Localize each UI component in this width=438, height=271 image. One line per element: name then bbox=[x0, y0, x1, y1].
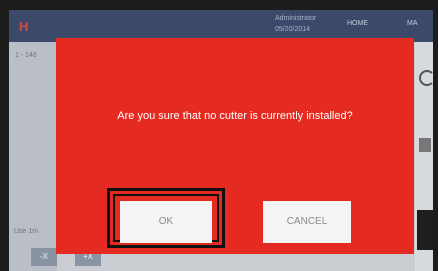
ok-button[interactable]: OK bbox=[120, 201, 212, 243]
cancel-button[interactable]: CANCEL bbox=[263, 201, 351, 243]
current-date: 05/20/2014 bbox=[275, 26, 311, 33]
confirm-dialog: Are you sure that no cutter is currently… bbox=[56, 38, 414, 254]
left-panel bbox=[9, 42, 57, 271]
brand-logo: H bbox=[19, 19, 29, 34]
user-info: Administrator 05/20/2014 bbox=[275, 13, 316, 35]
user-name: Administrator bbox=[275, 15, 317, 22]
tab-home[interactable]: HOME bbox=[347, 20, 368, 27]
refresh-icon[interactable] bbox=[419, 70, 433, 86]
item-counter: 1 - 148 bbox=[15, 52, 37, 59]
use-label: Use 1m bbox=[14, 228, 39, 235]
save-icon[interactable] bbox=[419, 138, 431, 152]
right-dark-box bbox=[417, 210, 433, 250]
dialog-message: Are you sure that no cutter is currently… bbox=[117, 110, 353, 122]
tab-right[interactable]: MA bbox=[407, 20, 418, 27]
minus-x-button[interactable]: -X bbox=[31, 248, 57, 266]
